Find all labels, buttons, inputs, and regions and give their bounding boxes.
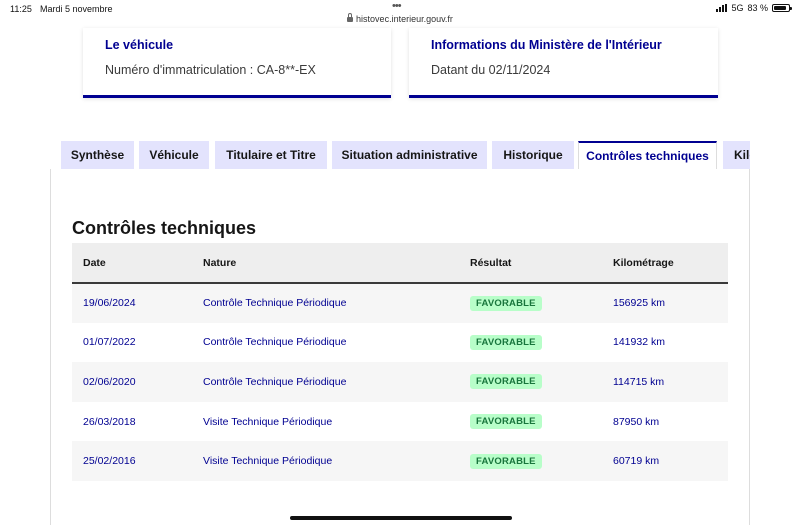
cell-resultat: FAVORABLE: [459, 441, 602, 481]
tab-historique[interactable]: Historique: [492, 141, 574, 169]
cell-nature: Visite Technique Périodique: [192, 441, 459, 481]
status-badge: FAVORABLE: [470, 374, 542, 390]
cell-nature: Contrôle Technique Périodique: [192, 362, 459, 402]
address-bar[interactable]: histovec.interieur.gouv.fr: [0, 13, 800, 24]
controles-table: Date Nature Résultat Kilométrage 19/06/2…: [72, 243, 728, 481]
network-type: 5G: [731, 3, 744, 13]
table-row: 19/06/2024 Contrôle Technique Périodique…: [72, 283, 728, 323]
status-badge: FAVORABLE: [470, 453, 542, 469]
table-row: 01/07/2022 Contrôle Technique Périodique…: [72, 322, 728, 363]
table-row: 26/03/2018 Visite Technique Périodique F…: [72, 401, 728, 442]
cell-kilometrage: 87950 km: [602, 401, 728, 442]
tab-bar: Synthèse Véhicule Titulaire et Titre Sit…: [61, 141, 750, 169]
status-badge: FAVORABLE: [470, 295, 542, 311]
cell-kilometrage: 114715 km: [602, 362, 728, 402]
cell-kilometrage: 141932 km: [602, 322, 728, 363]
lock-icon: [347, 13, 354, 22]
cell-resultat: FAVORABLE: [459, 283, 602, 323]
url-text: histovec.interieur.gouv.fr: [356, 14, 453, 24]
tab-controles-techniques[interactable]: Contrôles techniques: [578, 141, 717, 169]
cell-kilometrage: 60719 km: [602, 441, 728, 481]
tab-vehicule[interactable]: Véhicule: [139, 141, 209, 169]
home-indicator[interactable]: [290, 516, 512, 520]
ministere-card: Informations du Ministère de l'Intérieur…: [409, 28, 718, 98]
cell-date: 01/07/2022: [72, 322, 192, 363]
status-badge: FAVORABLE: [470, 414, 542, 430]
status-time: 11:25: [10, 4, 32, 14]
tab-situation-administrative[interactable]: Situation administrative: [332, 141, 487, 169]
header-resultat: Résultat: [459, 243, 602, 284]
battery-fill: [774, 6, 786, 10]
tab-titulaire-et-titre[interactable]: Titulaire et Titre: [215, 141, 327, 169]
tab-synthese[interactable]: Synthèse: [61, 141, 134, 169]
vehicule-card-title: Le véhicule: [105, 38, 174, 52]
signal-icon: [716, 4, 728, 12]
cell-resultat: FAVORABLE: [459, 362, 602, 402]
section-title: Contrôles techniques: [72, 218, 257, 238]
status-date: Mardi 5 novembre: [40, 4, 113, 14]
header-kilometrage: Kilométrage: [602, 243, 728, 284]
status-indicators: 5G 83 %: [716, 3, 792, 13]
cell-kilometrage: 156925 km: [602, 283, 728, 323]
table-header-row: Date Nature Résultat Kilométrage: [72, 243, 728, 284]
multitask-dots[interactable]: •••: [392, 0, 402, 12]
ministere-card-text: Datant du 02/11/2024: [431, 63, 551, 77]
battery-icon: [772, 4, 792, 12]
cell-nature: Visite Technique Périodique: [192, 401, 459, 442]
header-nature: Nature: [192, 243, 459, 284]
tab-kilometrage[interactable]: Kilométrage: [723, 141, 750, 169]
ministere-card-title: Informations du Ministère de l'Intérieur: [431, 38, 662, 52]
cell-date: 02/06/2020: [72, 362, 192, 402]
header-date: Date: [72, 243, 192, 284]
status-badge: FAVORABLE: [470, 334, 542, 350]
cell-nature: Contrôle Technique Périodique: [192, 283, 459, 323]
battery-percent: 83 %: [747, 3, 768, 13]
cell-date: 26/03/2018: [72, 401, 192, 442]
cell-date: 25/02/2016: [72, 441, 192, 481]
table-row: 25/02/2016 Visite Technique Périodique F…: [72, 441, 728, 481]
cell-resultat: FAVORABLE: [459, 322, 602, 363]
cell-resultat: FAVORABLE: [459, 401, 602, 442]
cell-date: 19/06/2024: [72, 283, 192, 323]
table-row: 02/06/2020 Contrôle Technique Périodique…: [72, 362, 728, 402]
vehicule-card: Le véhicule Numéro d'immatriculation : C…: [83, 28, 391, 98]
vehicule-card-text: Numéro d'immatriculation : CA-8**-EX: [105, 63, 316, 77]
cell-nature: Contrôle Technique Périodique: [192, 322, 459, 363]
